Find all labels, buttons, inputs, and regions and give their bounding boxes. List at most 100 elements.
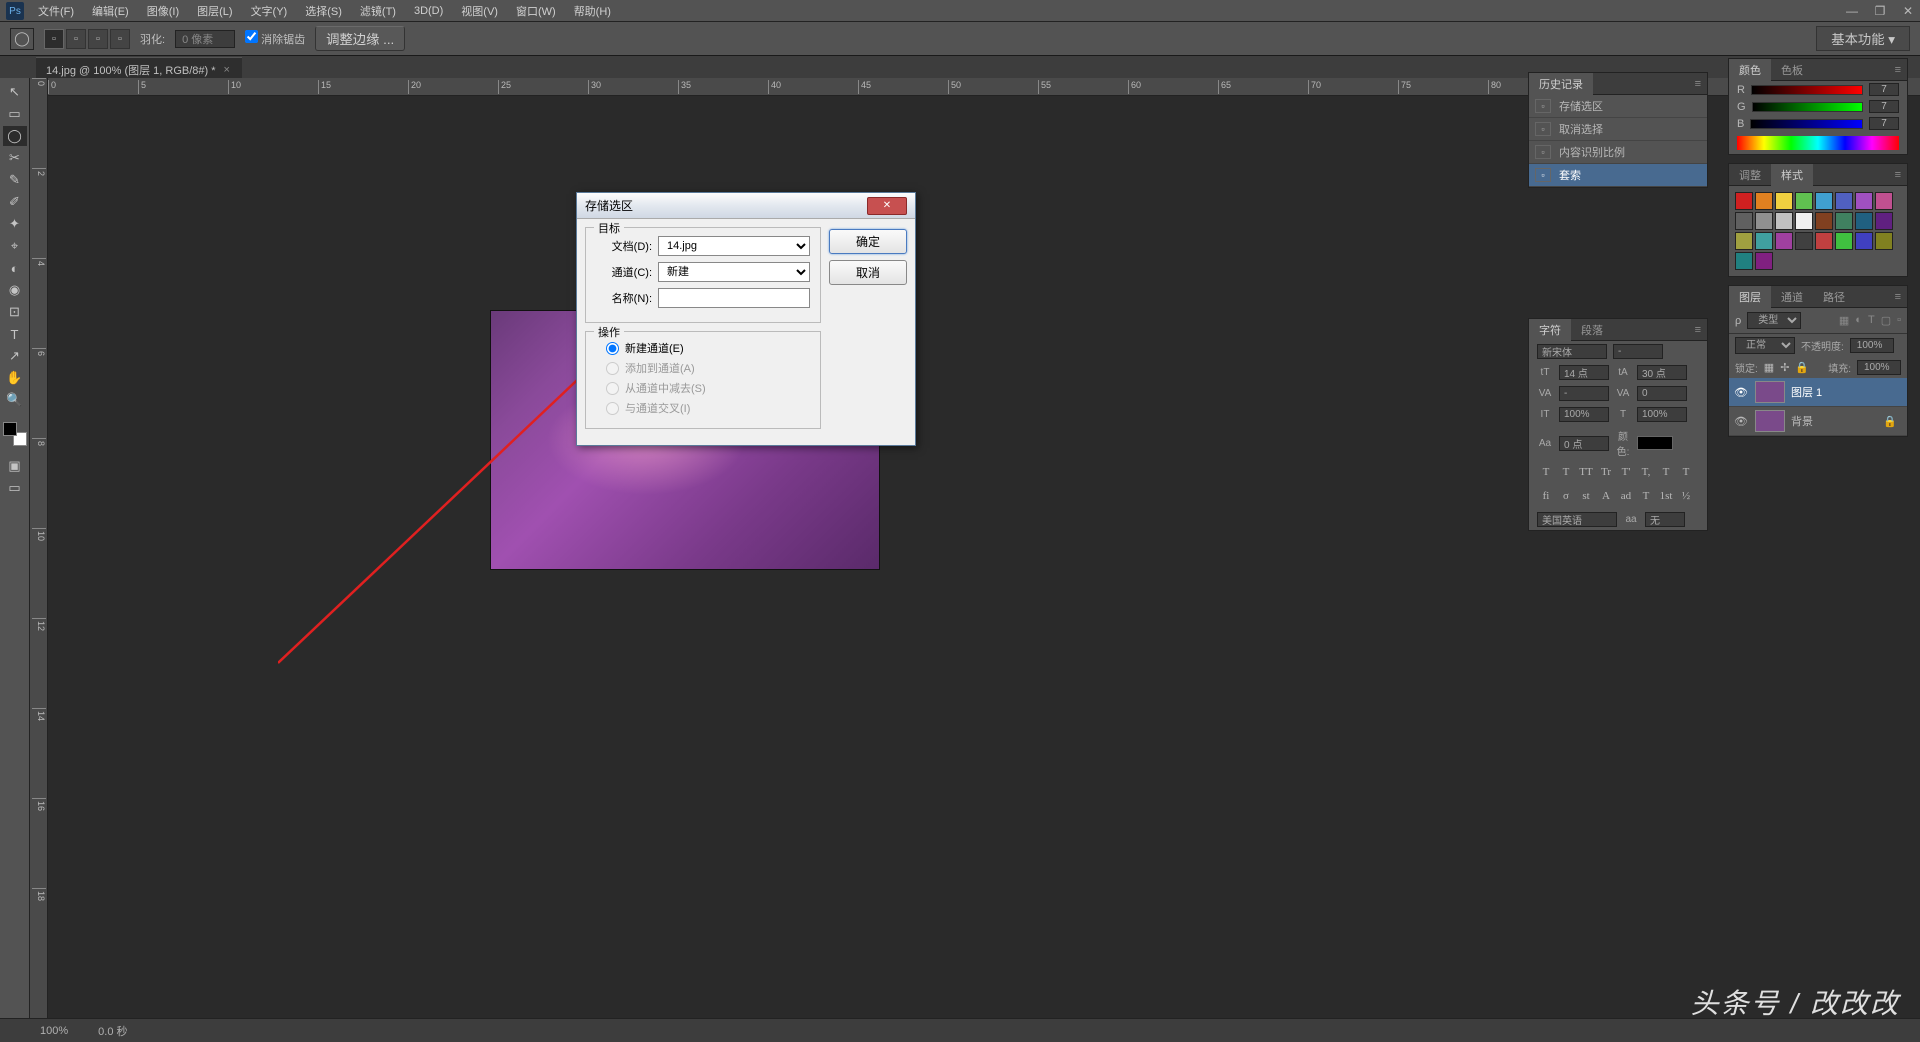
baseline[interactable] <box>1559 436 1609 451</box>
style-swatch[interactable] <box>1795 232 1813 250</box>
r-value[interactable]: 7 <box>1869 83 1899 96</box>
menu-image[interactable]: 图像(I) <box>139 1 187 21</box>
adjust-tab[interactable]: 调整 <box>1729 164 1771 186</box>
style-swatch[interactable] <box>1735 232 1753 250</box>
aa-select[interactable] <box>1645 512 1685 527</box>
style-swatch[interactable] <box>1795 192 1813 210</box>
opacity-input[interactable] <box>1850 338 1894 353</box>
panel-menu-icon[interactable]: ≡ <box>1889 291 1907 303</box>
color-spectrum[interactable] <box>1737 136 1899 150</box>
g-value[interactable]: 7 <box>1869 100 1899 113</box>
lang-select[interactable] <box>1537 512 1617 527</box>
style-swatch[interactable] <box>1815 212 1833 230</box>
menu-layer[interactable]: 图层(L) <box>189 1 240 21</box>
char-feature-btn[interactable]: σ <box>1557 489 1575 505</box>
menu-3d[interactable]: 3D(D) <box>406 3 451 19</box>
font-family[interactable] <box>1537 344 1607 359</box>
va-input[interactable] <box>1559 386 1609 401</box>
filter-shape-icon[interactable]: ▢ <box>1881 314 1891 327</box>
leading[interactable] <box>1637 365 1687 380</box>
char-style-btn[interactable]: T <box>1677 465 1695 481</box>
style-swatch[interactable] <box>1815 192 1833 210</box>
gradient-tool[interactable]: ◐ <box>3 258 27 278</box>
panel-menu-icon[interactable]: ≡ <box>1689 78 1707 90</box>
selection-mode-new[interactable]: ▫ <box>44 29 64 49</box>
style-swatch[interactable] <box>1835 212 1853 230</box>
menu-type[interactable]: 文字(Y) <box>243 1 296 21</box>
char-style-btn[interactable]: T <box>1537 465 1555 481</box>
crop-tool[interactable]: ✂ <box>3 148 27 168</box>
clone-tool[interactable]: ✦ <box>3 214 27 234</box>
menu-edit[interactable]: 编辑(E) <box>84 1 137 21</box>
paths-tab[interactable]: 路径 <box>1813 286 1855 308</box>
style-swatch[interactable] <box>1755 212 1773 230</box>
para-tab[interactable]: 段落 <box>1571 319 1613 341</box>
history-item[interactable]: ▫套索 <box>1529 164 1707 187</box>
char-tab[interactable]: 字符 <box>1529 319 1571 341</box>
kind-select[interactable]: 类型 <box>1747 312 1801 329</box>
selection-mode-intersect[interactable]: ▫ <box>110 29 130 49</box>
style-swatch[interactable] <box>1775 232 1793 250</box>
layer-visibility-icon[interactable]: 👁 <box>1733 415 1749 428</box>
layer-item[interactable]: 👁背景🔒 <box>1729 407 1907 436</box>
zoom-level[interactable]: 100% <box>40 1025 68 1037</box>
lock-all-icon[interactable]: 🔒 <box>1795 361 1809 374</box>
color-tab[interactable]: 颜色 <box>1729 59 1771 81</box>
char-style-btn[interactable]: T, <box>1637 465 1655 481</box>
kern-input[interactable] <box>1637 386 1687 401</box>
filter-adjust-icon[interactable]: ◐ <box>1855 314 1862 327</box>
style-swatch[interactable] <box>1815 232 1833 250</box>
op-radio-row[interactable]: 新建通道(E) <box>596 340 810 356</box>
style-swatch[interactable] <box>1775 192 1793 210</box>
style-swatch[interactable] <box>1855 192 1873 210</box>
doc-select[interactable]: 14.jpg <box>658 236 810 256</box>
char-style-btn[interactable]: T <box>1657 465 1675 481</box>
style-swatch[interactable] <box>1755 252 1773 270</box>
char-feature-btn[interactable]: ad <box>1617 489 1635 505</box>
style-swatch[interactable] <box>1835 192 1853 210</box>
layer-thumbnail[interactable] <box>1755 410 1785 432</box>
font-size[interactable] <box>1559 365 1609 380</box>
feather-input[interactable] <box>175 30 235 48</box>
style-swatch[interactable] <box>1735 212 1753 230</box>
char-style-btn[interactable]: Tr <box>1597 465 1615 481</box>
cancel-button[interactable]: 取消 <box>829 260 907 285</box>
window-maximize-icon[interactable]: ❐ <box>1868 3 1892 19</box>
brush-tool[interactable]: ✐ <box>3 192 27 212</box>
b-value[interactable]: 7 <box>1869 117 1899 130</box>
workspace-switcher[interactable]: 基本功能 ▾ <box>1816 26 1910 51</box>
selection-mode-add[interactable]: ▫ <box>66 29 86 49</box>
styles-tab[interactable]: 样式 <box>1771 164 1813 186</box>
style-swatch[interactable] <box>1795 212 1813 230</box>
history-item[interactable]: ▫存储选区 <box>1529 95 1707 118</box>
style-swatch[interactable] <box>1855 212 1873 230</box>
lasso-tool[interactable]: ◯ <box>3 126 27 146</box>
style-swatch[interactable] <box>1835 232 1853 250</box>
filter-smart-icon[interactable]: ▫ <box>1897 314 1901 327</box>
eraser-tool[interactable]: ⌖ <box>3 236 27 256</box>
menu-file[interactable]: 文件(F) <box>30 1 82 21</box>
style-swatch[interactable] <box>1755 192 1773 210</box>
hscale[interactable] <box>1637 407 1687 422</box>
name-input[interactable] <box>658 288 810 308</box>
history-item[interactable]: ▫取消选择 <box>1529 118 1707 141</box>
menu-view[interactable]: 视图(V) <box>453 1 506 21</box>
ok-button[interactable]: 确定 <box>829 229 907 254</box>
marquee-tool[interactable]: ▭ <box>3 104 27 124</box>
panel-menu-icon[interactable]: ≡ <box>1689 324 1707 336</box>
style-swatch[interactable] <box>1755 232 1773 250</box>
menu-window[interactable]: 窗口(W) <box>508 1 564 21</box>
foreground-color-swatch[interactable] <box>3 422 17 436</box>
style-swatch[interactable] <box>1875 232 1893 250</box>
menu-filter[interactable]: 滤镜(T) <box>352 1 404 21</box>
menu-help[interactable]: 帮助(H) <box>566 1 619 21</box>
history-tab[interactable]: 历史记录 <box>1529 73 1593 95</box>
layer-visibility-icon[interactable]: 👁 <box>1733 386 1749 399</box>
filter-type-icon[interactable]: T <box>1868 314 1875 327</box>
zoom-tool[interactable]: 🔍 <box>3 390 27 410</box>
r-slider[interactable] <box>1751 85 1863 95</box>
eyedropper-tool[interactable]: ✎ <box>3 170 27 190</box>
refine-edge-button[interactable]: 调整边缘 ... <box>315 26 405 51</box>
style-swatch[interactable] <box>1735 252 1753 270</box>
char-feature-btn[interactable]: ½ <box>1677 489 1695 505</box>
